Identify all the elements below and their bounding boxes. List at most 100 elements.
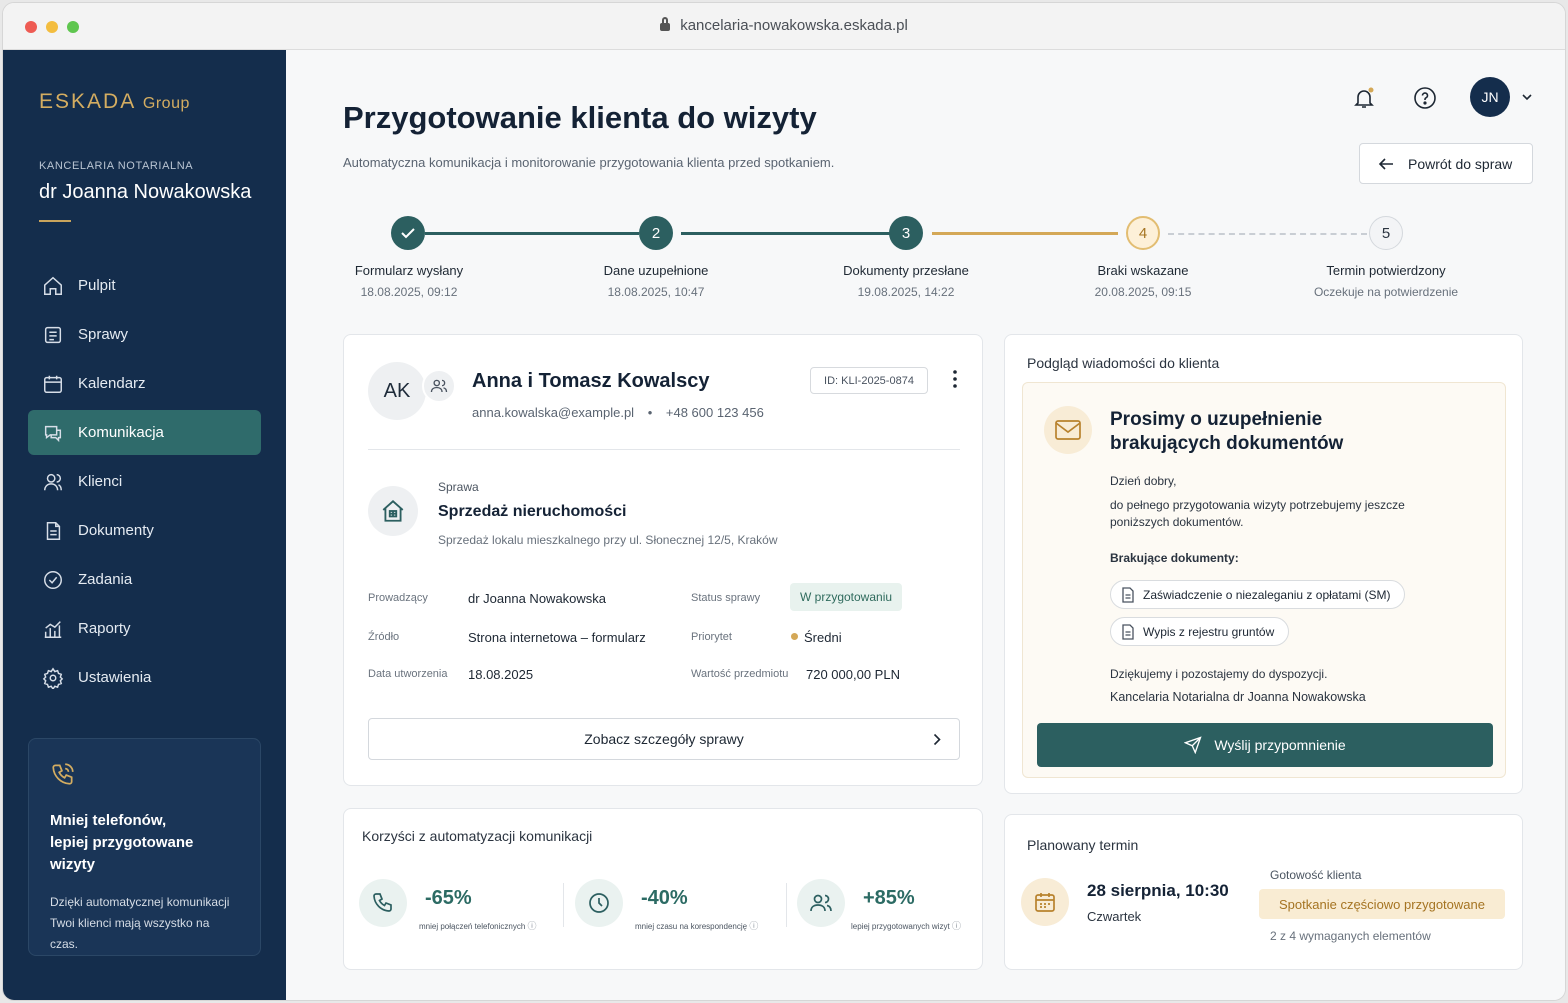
step-1-label: Formularz wysłany — [354, 263, 464, 278]
brand-main: ESKADA — [39, 90, 136, 113]
cases-icon — [44, 326, 62, 343]
sidebar: ESKADA Group KANCELARIA NOTARIALNA dr Jo… — [3, 50, 286, 1000]
sidebar-item-raporty[interactable]: Raporty — [28, 606, 261, 651]
info-icon[interactable]: ⓘ — [749, 921, 758, 931]
address-bar[interactable]: kancelaria-nowakowska.eskada.pl — [3, 17, 1565, 34]
benefits-title: Korzyści z automatyzacji komunikacji — [362, 828, 593, 844]
step-3-circle: 3 — [889, 216, 923, 250]
step-2-date: 18.08.2025, 10:47 — [607, 285, 705, 299]
details-button-label: Zobacz szczegóły sprawy — [584, 731, 744, 747]
clock-icon — [589, 893, 609, 913]
divider — [563, 883, 564, 927]
browser-chrome: kancelaria-nowakowska.eskada.pl — [3, 3, 1565, 50]
step-1-circle — [391, 216, 425, 250]
check-icon — [401, 228, 415, 239]
step-3-date: 19.08.2025, 14:22 — [857, 285, 955, 299]
send-button-label: Wyślij przypomnienie — [1214, 737, 1346, 753]
house-icon — [382, 500, 404, 522]
priority-label: Priorytet — [691, 631, 732, 643]
step-connector — [681, 232, 890, 235]
step-connector — [425, 232, 639, 235]
readiness-badge: Spotkanie częściowo przygotowane — [1259, 889, 1505, 919]
term-date: 28 sierpnia, 10:30 — [1087, 881, 1229, 900]
user-avatar[interactable]: JN — [1470, 77, 1510, 117]
send-reminder-button[interactable]: Wyślij przypomnienie — [1037, 723, 1493, 767]
sidebar-item-pulpit[interactable]: Pulpit — [28, 263, 261, 308]
sidebar-item-zadania[interactable]: Zadania — [28, 557, 261, 602]
page-title: Przygotowanie klienta do wizyty — [343, 100, 817, 135]
sidebar-item-kalendarz[interactable]: Kalendarz — [28, 361, 261, 406]
sidebar-item-label: Sprawy — [78, 326, 129, 343]
metric-label-text: mniej połączeń telefonicznych — [419, 922, 526, 931]
value-amount: 720 000,00 PLN — [806, 667, 900, 682]
step-1-date: 18.08.2025, 09:12 — [360, 285, 458, 299]
bell-icon[interactable] — [1352, 86, 1376, 110]
sidebar-item-dokumenty[interactable]: Dokumenty — [28, 508, 261, 553]
created-label: Data utworzenia — [368, 668, 448, 680]
client-phone[interactable]: +48 600 123 456 — [666, 405, 764, 420]
url-text: kancelaria-nowakowska.eskada.pl — [680, 17, 908, 34]
divider — [39, 220, 71, 222]
mail-icon-wrap — [1044, 406, 1092, 454]
back-to-cases-button[interactable]: Powrót do spraw — [1359, 143, 1533, 184]
missing-document-chip: Zaświadczenie o niezaleganiu z opłatami … — [1110, 580, 1406, 609]
step-5-date: Oczekuje na potwierdzenie — [1313, 285, 1459, 299]
message-preview: Prosimy o uzupełnienie brakujących dokum… — [1022, 382, 1506, 778]
office-label: KANCELARIA NOTARIALNA — [39, 160, 194, 172]
phone-icon — [52, 763, 74, 785]
promo-text: Dzięki automatycznej komunikacji Twoi kl… — [50, 895, 230, 951]
sidebar-item-sprawy[interactable]: Sprawy — [28, 312, 261, 357]
client-email[interactable]: anna.kowalska@example.pl — [472, 405, 634, 420]
benefits-card: Korzyści z automatyzacji komunikacji -65… — [343, 808, 983, 970]
users-icon — [810, 894, 832, 912]
message-thanks: Dziękujemy i pozostajemy do dyspozycji. — [1110, 667, 1328, 681]
sidebar-item-label: Zadania — [78, 571, 133, 588]
case-description: Sprzedaż lokalu mieszkalnego przy ul. Sł… — [438, 533, 778, 547]
chevron-down-icon[interactable] — [1521, 92, 1533, 102]
mail-icon — [1055, 420, 1081, 440]
chart-icon — [44, 620, 62, 638]
document-icon — [46, 521, 61, 540]
sidebar-item-klienci[interactable]: Klienci — [28, 459, 261, 504]
users-icon — [44, 473, 62, 490]
sidebar-item-label: Kalendarz — [78, 375, 146, 392]
planned-term-card: Planowany termin 28 sierpnia, 10:30 Czwa… — [1004, 814, 1523, 970]
priority-value: Średni — [804, 630, 842, 645]
metric-label-text: mniej czasu na korespondencję — [635, 922, 748, 931]
metric-icon-wrap — [575, 879, 623, 927]
home-icon — [44, 276, 62, 295]
help-icon[interactable] — [1413, 86, 1437, 110]
document-name: Wypis z rejestru gruntów — [1143, 624, 1275, 639]
brand-logo[interactable]: ESKADA Group — [39, 90, 190, 114]
send-icon — [1184, 736, 1202, 754]
metric-label: lepiej przygotowanych wizyt ⓘ — [851, 919, 961, 932]
sidebar-item-komunikacja[interactable]: Komunikacja — [28, 410, 261, 455]
message-preview-title: Podgląd wiadomości do klienta — [1027, 355, 1220, 371]
client-name: Anna i Tomasz Kowalscy — [472, 370, 710, 392]
case-details-button[interactable]: Zobacz szczegóły sprawy — [368, 718, 960, 760]
step-4-circle: 4 — [1126, 216, 1160, 250]
brand-sub: Group — [142, 95, 190, 112]
info-icon[interactable]: ⓘ — [528, 921, 537, 931]
source-label: Źródło — [368, 631, 400, 643]
chat-icon — [44, 425, 62, 442]
info-icon[interactable]: ⓘ — [952, 921, 961, 931]
case-icon-wrap — [368, 486, 418, 536]
promo-box: Mniej telefonów, lepiej przygotowane wiz… — [28, 738, 261, 956]
promo-title: Mniej telefonów, lepiej przygotowane wiz… — [50, 812, 194, 873]
step-2-label: Dane uzupełnione — [603, 263, 709, 278]
lead-value: dr Joanna Nowakowska — [468, 591, 607, 606]
main-content: Przygotowanie klienta do wizyty Automaty… — [286, 50, 1565, 1000]
sidebar-item-ustawienia[interactable]: Ustawienia — [28, 655, 261, 700]
term-title: Planowany termin — [1027, 837, 1139, 853]
browser-window: kancelaria-nowakowska.eskada.pl ESKADA G… — [2, 2, 1566, 1001]
lock-icon — [660, 17, 671, 31]
gear-icon — [42, 667, 64, 689]
sidebar-item-label: Klienci — [78, 473, 123, 490]
sidebar-item-label: Pulpit — [78, 277, 116, 294]
message-title: Prosimy o uzupełnienie brakujących dokum… — [1110, 409, 1344, 454]
calendar-icon — [44, 375, 62, 393]
step-connector — [1168, 233, 1367, 235]
metric-icon-wrap — [797, 879, 845, 927]
more-options-icon[interactable] — [950, 369, 960, 389]
